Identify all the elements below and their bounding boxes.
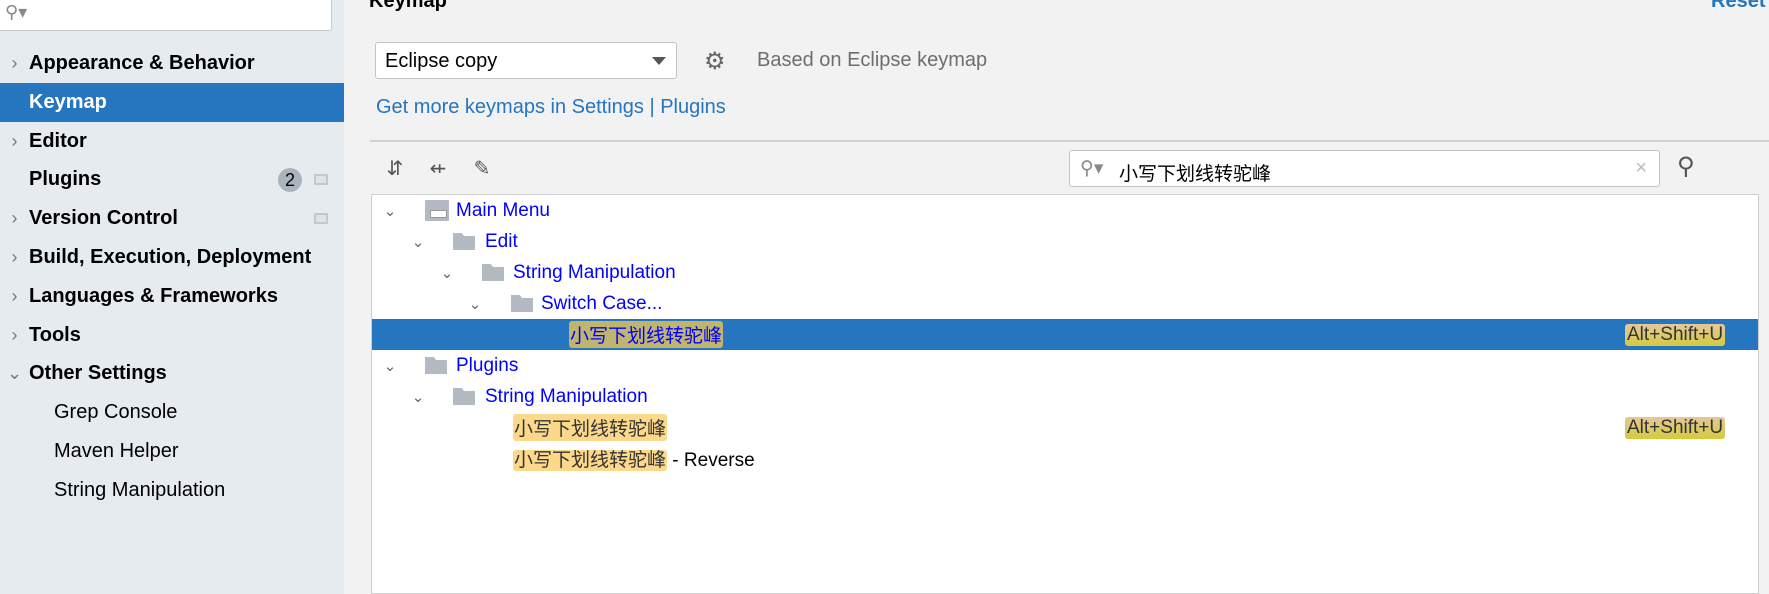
tree-row-action-reverse[interactable]: 小写下划线转驼峰 - Reverse [372, 443, 1758, 474]
search-icon: ⚲▾ [1080, 158, 1104, 179]
chevron-right-icon: › [11, 208, 18, 228]
shortcut-badge: Alt+Shift+U [1625, 416, 1726, 439]
folder-icon [453, 388, 475, 405]
sidebar-item-maven-helper[interactable]: Maven Helper [0, 432, 344, 471]
folder-icon [482, 264, 504, 281]
sidebar-item-build[interactable]: › Build, Execution, Deployment [0, 238, 344, 277]
tree-row-plugins[interactable]: ⌄ Plugins [372, 350, 1758, 381]
project-settings-icon [314, 174, 328, 185]
page-title: Keymap [369, 0, 447, 12]
chevron-down-icon: ⌄ [6, 363, 23, 383]
plugins-count-badge: 2 [278, 167, 302, 192]
chevron-down-icon[interactable]: ⌄ [437, 264, 457, 282]
settings-sidebar: ⚲▾ › Appearance & Behavior Keymap › Editor… [0, 0, 344, 594]
search-match: 小写下划线转驼峰 [513, 414, 668, 441]
sidebar-item-string-manipulation[interactable]: String Manipulation [0, 471, 344, 510]
clear-icon[interactable]: × [1635, 157, 1647, 180]
sidebar-item-keymap[interactable]: Keymap [0, 83, 344, 122]
chevron-down-icon[interactable]: ⌄ [380, 357, 400, 375]
chevron-down-icon[interactable]: ⌄ [380, 202, 400, 220]
reset-link[interactable]: Reset [1711, 0, 1765, 13]
chevron-down-icon[interactable]: ⌄ [408, 233, 428, 251]
sidebar-item-appearance[interactable]: › Appearance & Behavior [0, 44, 344, 83]
folder-icon [511, 295, 533, 312]
tree-row-action-selected[interactable]: 小写下划线转驼峰 Alt+Shift+U [372, 319, 1758, 350]
edit-pencil-icon[interactable]: ✎ [470, 156, 494, 181]
find-by-shortcut-icon[interactable]: ⚲ [1677, 152, 1695, 181]
tree-row-edit[interactable]: ⌄ Edit [372, 226, 1758, 257]
expand-all-icon[interactable]: ⇵ [383, 156, 407, 181]
project-settings-icon [314, 213, 328, 224]
sidebar-item-languages[interactable]: › Languages & Frameworks [0, 277, 344, 316]
sidebar-item-plugins[interactable]: Plugins 2 [0, 160, 344, 199]
sidebar-item-grep-console[interactable]: Grep Console [0, 393, 344, 432]
settings-search-input[interactable]: ⚲▾ [0, 0, 332, 31]
chevron-right-icon: › [11, 247, 18, 267]
gear-icon[interactable]: ⚙ [704, 47, 726, 76]
tree-row-switch-case[interactable]: ⌄ Switch Case... [372, 288, 1758, 319]
tree-row-string-manipulation[interactable]: ⌄ String Manipulation [372, 257, 1758, 288]
chevron-right-icon: › [11, 131, 18, 151]
keymap-search-input[interactable]: ⚲▾ 小写下划线转驼峰 × [1069, 150, 1660, 187]
chevron-down-icon[interactable]: ⌄ [465, 295, 485, 313]
sidebar-item-editor[interactable]: › Editor [0, 122, 344, 161]
based-on-label: Based on Eclipse keymap [757, 49, 988, 71]
chevron-down-icon[interactable]: ⌄ [408, 388, 428, 406]
tree-row-plugin-string-manipulation[interactable]: ⌄ String Manipulation [372, 381, 1758, 412]
keymap-select[interactable]: Eclipse copy [375, 42, 677, 79]
dropdown-arrow-icon [652, 57, 666, 65]
keymap-tree: ⌄ Main Menu ⌄ Edit ⌄ String Manipulation ⌄ S… [371, 194, 1759, 594]
sidebar-item-other-settings[interactable]: ⌄ Other Settings [0, 354, 344, 393]
tree-row-main-menu[interactable]: ⌄ Main Menu [372, 195, 1758, 226]
chevron-right-icon: › [11, 53, 18, 73]
search-icon: ⚲▾ [5, 2, 28, 22]
search-match: 小写下划线转驼峰 [513, 450, 668, 471]
folder-icon [453, 233, 475, 250]
collapse-all-icon[interactable]: ⇷ [426, 156, 450, 181]
search-match: 小写下划线转驼峰 [569, 321, 724, 348]
divider [370, 140, 1769, 142]
sidebar-item-tools[interactable]: › Tools [0, 316, 344, 355]
sidebar-item-version-control[interactable]: › Version Control [0, 199, 344, 238]
shortcut-badge: Alt+Shift+U [1625, 323, 1726, 346]
get-more-keymaps-link[interactable]: Get more keymaps in Settings | Plugins [376, 96, 726, 119]
chevron-right-icon: › [11, 286, 18, 306]
tree-row-action[interactable]: 小写下划线转驼峰 Alt+Shift+U [372, 412, 1758, 443]
folder-icon [425, 357, 447, 374]
chevron-right-icon: › [11, 325, 18, 345]
main-menu-icon [425, 200, 449, 221]
